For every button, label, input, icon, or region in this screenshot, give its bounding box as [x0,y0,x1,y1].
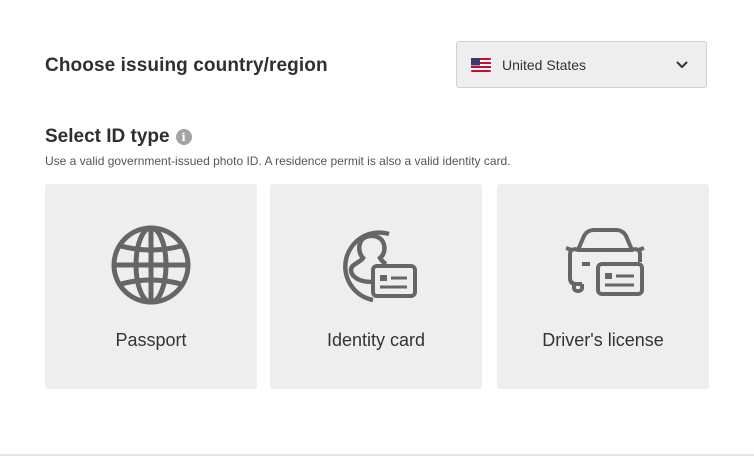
us-flag-icon [471,57,491,72]
country-value: United States [502,56,587,73]
car-id-card-icon [565,228,645,296]
id-option-passport[interactable]: Passport [45,184,257,389]
info-icon[interactable]: i [175,129,192,145]
id-option-label: Driver's license [542,330,664,350]
chevron-down-icon [676,61,688,68]
person-id-card-icon [343,230,417,303]
id-type-heading: Select ID type i [45,126,192,148]
id-type-title: Select ID type [45,126,170,147]
id-type-hint: Use a valid government-issued photo ID. … [45,154,511,168]
id-option-label: Passport [115,330,187,350]
id-verification-page: Choose issuing country/region United Sta… [0,0,754,456]
id-option-drivers-license[interactable]: Driver's license [497,184,709,389]
id-option-identity-card[interactable]: Identity card [270,184,482,389]
globe-icon [111,225,191,305]
id-option-label: Identity card [326,330,426,350]
country-label: Choose issuing country/region [45,55,328,76]
country-select[interactable]: United States [456,41,707,88]
